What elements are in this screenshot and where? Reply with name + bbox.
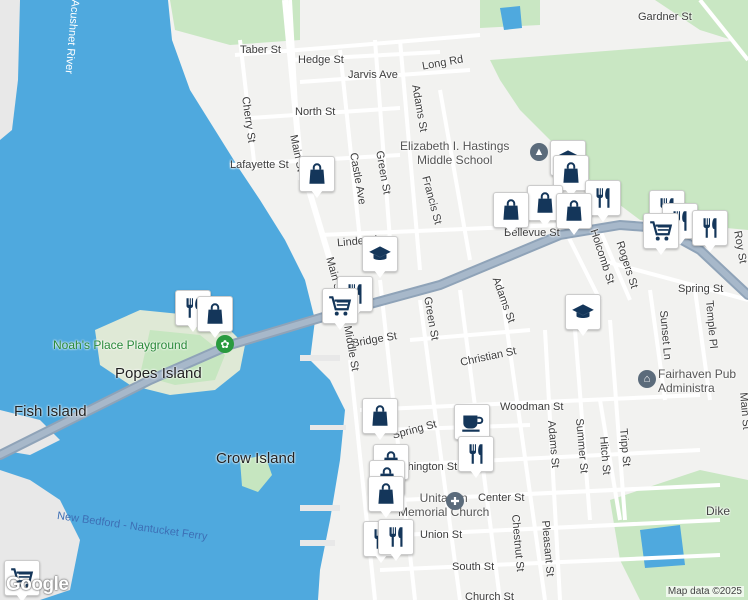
- marker-tail: [209, 330, 221, 338]
- marker-tail: [704, 244, 716, 252]
- street-label: Tripp St: [617, 427, 633, 467]
- street-label: Gardner St: [638, 11, 692, 23]
- marker-tail: [334, 322, 346, 330]
- playground-label[interactable]: Noah's Place Playground: [53, 338, 187, 352]
- shopping-bag-marker[interactable]: [368, 476, 404, 522]
- school-label[interactable]: Elizabeth I. Hastings Middle School: [400, 139, 509, 168]
- shopping-bag-icon: [556, 193, 592, 229]
- restaurant-icon: [692, 210, 728, 246]
- marker-tail: [374, 432, 386, 440]
- street-label: Taber St: [240, 44, 281, 56]
- marker-tail: [655, 247, 667, 255]
- island-label: Fish Island: [14, 403, 87, 420]
- grocery-cart-icon: [643, 213, 679, 249]
- school-icon: [565, 294, 601, 330]
- street-label: Spring St: [678, 283, 724, 295]
- marker-tail: [577, 328, 589, 336]
- marker-tail: [470, 470, 482, 478]
- street-label: Lafayette St: [230, 159, 289, 171]
- shopping-bag-icon: [362, 398, 398, 434]
- map-canvas[interactable]: Taber St Hedge St Jarvis Ave Long Rd Gar…: [0, 0, 748, 600]
- restaurant-marker[interactable]: [378, 519, 414, 565]
- restaurant-icon: [458, 436, 494, 472]
- street-label: Jarvis Ave: [348, 69, 398, 81]
- marker-tail: [311, 190, 323, 198]
- shopping-bag-icon: [493, 192, 529, 228]
- restaurant-icon: [378, 519, 414, 555]
- shopping-bag-marker[interactable]: [197, 296, 233, 342]
- shopping-bag-marker[interactable]: [493, 192, 529, 238]
- restaurant-marker[interactable]: [458, 436, 494, 482]
- map-attribution[interactable]: Map data ©2025: [665, 586, 744, 597]
- cafe-icon: [454, 404, 490, 440]
- island-label: Crow Island: [216, 450, 296, 467]
- street-label: Church St: [465, 591, 514, 600]
- street-label: Hedge St: [298, 54, 344, 66]
- shopping-bag-marker[interactable]: [299, 156, 335, 202]
- government-poi-icon[interactable]: ⌂: [638, 370, 656, 388]
- island-label: Popes Island: [115, 365, 202, 382]
- church-label[interactable]: Unitarian Memorial Church: [398, 491, 489, 520]
- marker-tail: [568, 227, 580, 235]
- grocery-cart-marker[interactable]: [322, 288, 358, 334]
- street-label: Union St: [420, 529, 463, 541]
- restaurant-marker[interactable]: [692, 210, 728, 256]
- shopping-bag-icon: [197, 296, 233, 332]
- shopping-bag-icon: [368, 476, 404, 512]
- street-label: North St: [295, 106, 336, 118]
- school-icon: [362, 236, 398, 272]
- marker-tail: [374, 270, 386, 278]
- street-label: Woodman St: [500, 401, 564, 413]
- school-marker[interactable]: [565, 294, 601, 340]
- shopping-bag-marker[interactable]: [362, 398, 398, 444]
- shopping-bag-marker[interactable]: [556, 193, 592, 239]
- street-label: South St: [452, 561, 495, 573]
- shopping-bag-icon: [299, 156, 335, 192]
- marker-tail: [505, 226, 517, 234]
- grocery-cart-icon: [322, 288, 358, 324]
- marker-tail: [597, 214, 609, 222]
- grocery-cart-marker[interactable]: [643, 213, 679, 259]
- dike-label: Dike: [706, 504, 731, 518]
- church-poi-icon[interactable]: ✚: [446, 492, 464, 510]
- town-hall-label[interactable]: Fairhaven Pub Administra: [658, 367, 736, 396]
- marker-tail: [390, 553, 402, 561]
- marker-tail: [539, 219, 551, 227]
- school-poi-icon[interactable]: ▲: [530, 143, 548, 161]
- google-logo: Google: [6, 574, 69, 595]
- marker-tail: [380, 510, 392, 518]
- street-label: Hitch St: [597, 435, 613, 476]
